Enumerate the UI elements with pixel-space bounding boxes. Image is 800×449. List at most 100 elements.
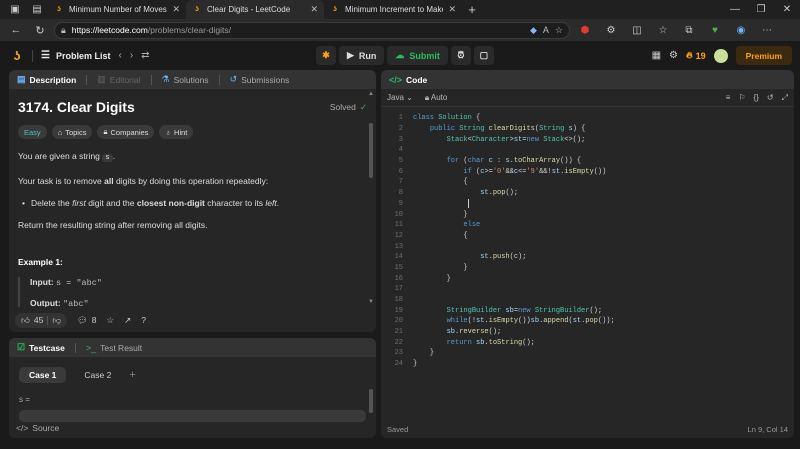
share-icon[interactable]: ↗ <box>124 315 131 326</box>
case-1-tab[interactable]: Case 1 <box>19 367 67 383</box>
favorites-icon[interactable]: ☆ <box>652 20 674 40</box>
language-select[interactable]: Java ⌄ <box>387 93 413 102</box>
submit-button[interactable]: ☁ Submit <box>387 46 448 65</box>
browser-tab-2[interactable]: ʖ Clear Digits - LeetCode ✕ <box>186 0 324 19</box>
code-line: 8 st.pop(); <box>398 189 519 198</box>
source-button[interactable]: </> Source <box>16 423 59 433</box>
testcase-panel: ☑ Testcase >_ Test Result Case 1 Case 2 + … <box>9 338 376 438</box>
browser-tab-bar: ▣ ▤ ʖ Minimum Number of Moves to S ✕ ʖ C… <box>0 0 800 19</box>
divider <box>47 315 49 325</box>
lock-icon: 🔒︎ <box>103 127 108 136</box>
code-editor[interactable]: 1 class Solution { 2 public String clearD… <box>381 107 794 417</box>
testcase-input[interactable] <box>19 410 366 422</box>
like-button[interactable]: 👍︎ 45 👎︎ <box>15 312 67 328</box>
problem-list-button[interactable]: ☰ Problem List <box>41 50 110 61</box>
prev-problem-icon[interactable]: ‹ <box>118 50 121 61</box>
comments-button[interactable]: 💬︎ 8 <box>77 315 97 326</box>
thumbs-down-icon[interactable]: 👎︎ <box>52 315 61 326</box>
bookmark-icon[interactable]: ⚐ <box>738 93 745 103</box>
refresh-icon[interactable]: ↻ <box>30 20 50 40</box>
health-icon[interactable]: ♥ <box>704 20 726 40</box>
history-icon: ↺ <box>229 74 238 84</box>
close-window-icon[interactable]: ✕ <box>774 0 800 19</box>
layout-icon[interactable]: ▦ <box>652 50 661 61</box>
run-button[interactable]: ▶ Run <box>339 46 385 65</box>
browser-tab-1[interactable]: ʖ Minimum Number of Moves to S ✕ <box>48 0 186 19</box>
split-screen-icon[interactable]: ◫ <box>626 20 648 40</box>
scroll-up-icon[interactable]: ▲ <box>368 91 374 97</box>
tab-solutions[interactable]: ⚗ Solutions <box>162 74 209 85</box>
input-label: Input: <box>30 277 54 287</box>
next-problem-icon[interactable]: › <box>130 50 133 61</box>
close-tab-icon[interactable]: ✕ <box>310 4 318 15</box>
companies-tag[interactable]: 🔒︎ Companies <box>97 125 155 139</box>
collections-icon[interactable]: ⧉ <box>678 20 700 40</box>
minimize-icon[interactable]: — <box>722 0 748 19</box>
close-tab-icon[interactable]: ✕ <box>172 4 180 15</box>
ublock-icon[interactable]: ⬢ <box>574 20 596 40</box>
reset-icon[interactable]: ↺ <box>767 93 774 103</box>
braces-icon[interactable]: {} <box>754 93 759 103</box>
settings-gear-icon[interactable]: ⚙ <box>669 50 678 61</box>
debug-button[interactable]: ✱ <box>316 46 336 65</box>
text: character to its <box>207 198 264 208</box>
profile-icon[interactable]: ▣ <box>4 0 26 19</box>
example-box: Input: s = "abc" Output: "abc" <box>18 277 367 307</box>
code-line: 9 <box>381 199 794 210</box>
flask-icon: ⚗ <box>161 74 170 84</box>
tab-description[interactable]: ▤ Description <box>17 74 76 85</box>
code-line: 24} <box>394 360 418 369</box>
premium-button[interactable]: Premium <box>735 46 792 65</box>
tab-testcase[interactable]: ☑ Testcase <box>17 342 65 353</box>
tab-code[interactable]: </> Code <box>389 75 427 85</box>
scroll-down-icon[interactable]: ▼ <box>368 299 374 305</box>
tab-actions-icon[interactable]: ▤ <box>26 0 48 19</box>
topics-tag[interactable]: ⌂ Topics <box>51 125 93 139</box>
book-icon: ▥ <box>97 74 106 84</box>
auto-mode[interactable]: 🔒︎ Auto <box>425 93 448 103</box>
text: You are given a string <box>18 151 100 161</box>
tag-row: Easy ⌂ Topics 🔒︎ Companies ♁ Hint <box>18 125 367 139</box>
tab-editorial[interactable]: ▥ Editorial <box>97 74 140 85</box>
tab-submissions[interactable]: ↺ Submissions <box>230 74 290 85</box>
favorite-star-icon[interactable]: ☆ <box>555 25 563 36</box>
window-controls: — ❐ ✕ <box>722 0 800 19</box>
copilot-icon[interactable]: ◉ <box>730 20 752 40</box>
more-icon[interactable]: ⋯ <box>756 20 778 40</box>
format-icon[interactable]: ≡ <box>726 93 731 103</box>
testcase-scrollbar[interactable] <box>369 389 373 413</box>
browser-tab-3[interactable]: ʖ Minimum Increment to Make An ✕ <box>324 0 462 19</box>
url-field[interactable]: 🔒︎ https://leetcode.com/problems/clear-d… <box>54 21 570 39</box>
text: . <box>112 151 116 161</box>
extension-pin-icon[interactable]: ◆ <box>530 25 537 36</box>
note-icon: ▢ <box>479 50 489 60</box>
streak-counter[interactable]: 🔥︎ 19 <box>686 50 706 61</box>
notes-button[interactable]: ▢ <box>473 46 494 65</box>
leetcode-logo-icon[interactable]: ʖ <box>10 48 24 63</box>
restore-icon[interactable]: ❐ <box>748 0 774 19</box>
timer-button[interactable]: ⏰︎ <box>450 46 471 65</box>
close-tab-icon[interactable]: ✕ <box>448 4 456 15</box>
problem-title[interactable]: 3174. Clear Digits <box>18 99 135 115</box>
check-circle-icon: ✓ <box>359 101 367 112</box>
input-value: s = "abc" <box>55 278 102 288</box>
problem-list-label: Problem List <box>55 50 111 61</box>
add-case-icon[interactable]: + <box>129 369 135 381</box>
shuffle-icon[interactable]: ⇄ <box>141 50 149 61</box>
lock-icon[interactable]: 🔒︎ <box>61 25 66 36</box>
fullscreen-icon[interactable]: ⤢ <box>782 93 788 103</box>
avatar[interactable] <box>713 48 728 63</box>
new-tab-button[interactable]: + <box>462 0 482 19</box>
case-2-tab[interactable]: Case 2 <box>74 367 121 383</box>
star-icon[interactable]: ☆ <box>107 315 115 326</box>
code-line: 21 sb.reverse(); <box>394 328 502 337</box>
hint-tag[interactable]: ♁ Hint <box>159 125 194 139</box>
description-scrollbar[interactable] <box>369 123 373 178</box>
read-aloud-icon[interactable]: A <box>543 25 549 35</box>
tab-test-result[interactable]: >_ Test Result <box>86 343 142 353</box>
extensions-icon[interactable]: ⚙ <box>600 20 622 40</box>
back-icon[interactable]: ← <box>6 20 26 40</box>
mode-label: Auto <box>430 92 448 102</box>
code-line: 5 for (char c : s.toCharArray()) { <box>398 157 582 166</box>
help-icon[interactable]: ? <box>141 315 146 325</box>
